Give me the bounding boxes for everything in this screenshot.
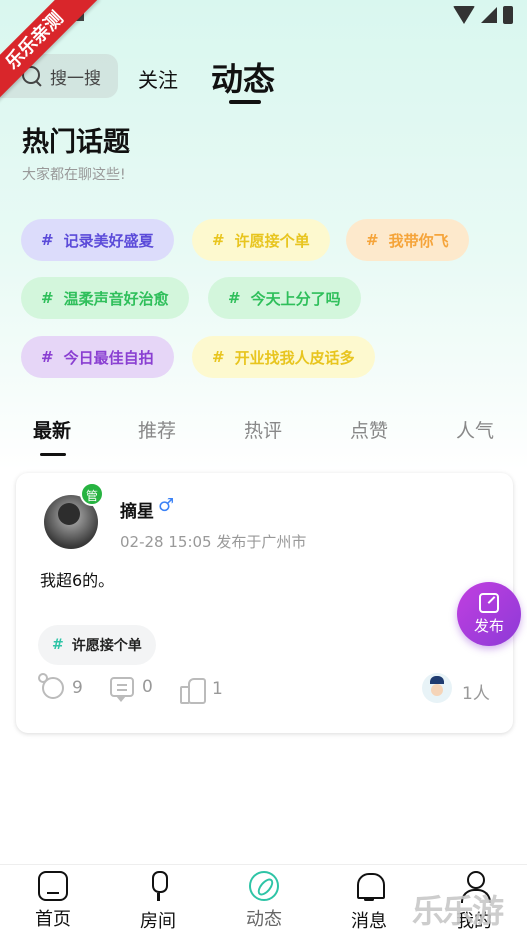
status-bar xyxy=(453,6,513,24)
comment-action[interactable]: 0 xyxy=(110,677,153,702)
male-gender-icon: ♂ xyxy=(158,495,175,516)
comment-icon xyxy=(110,677,134,702)
wifi-icon xyxy=(453,6,475,24)
battery-icon xyxy=(503,6,513,24)
sort-tab-latest[interactable]: 最新 xyxy=(33,416,71,443)
post-card[interactable]: 管 摘星 ♂ 02-28 15:05 发布于广州市 我超6的。 # 许愿接个单 … xyxy=(16,473,513,733)
publish-button[interactable]: 发布 xyxy=(457,582,521,646)
tab-follow[interactable]: 关注 xyxy=(138,64,178,93)
sort-tab-recommend[interactable]: 推荐 xyxy=(138,416,176,443)
topic-chip-label: 许愿接个单 xyxy=(234,231,310,250)
compass-icon xyxy=(249,871,279,901)
topic-chip-label: 今日最佳自拍 xyxy=(63,348,154,367)
signal-icon xyxy=(481,7,497,23)
like-count: 1 xyxy=(212,679,223,699)
nav-label: 消息 xyxy=(351,911,387,932)
section-subtitle: 大家都在聊这些! xyxy=(22,167,126,183)
topic-chip[interactable]: # 今日最佳自拍 xyxy=(21,336,174,378)
topic-chip[interactable]: # 许愿接个单 xyxy=(192,219,330,261)
nav-messages[interactable]: 消息 xyxy=(339,871,399,933)
nav-label: 房间 xyxy=(140,911,176,932)
post-topic-label: 许愿接个单 xyxy=(71,638,142,654)
section-title: 热门话题 xyxy=(22,127,130,158)
hash-icon: # xyxy=(228,289,241,307)
nav-label: 动态 xyxy=(246,909,282,930)
sort-tab-indicator xyxy=(40,453,66,456)
like-action[interactable]: 1 xyxy=(180,677,223,704)
hash-icon: # xyxy=(52,637,64,653)
nav-rooms[interactable]: 房间 xyxy=(128,871,188,933)
sort-tab-likes[interactable]: 点赞 xyxy=(350,416,388,443)
comment-count: 0 xyxy=(142,677,153,697)
edit-icon xyxy=(479,592,499,613)
ribbon-text: 乐乐亲测 xyxy=(0,0,99,105)
tab-feed[interactable]: 动态 xyxy=(211,54,275,100)
hash-icon: # xyxy=(212,231,225,249)
nav-feed[interactable]: 动态 xyxy=(234,871,294,931)
topic-chip-label: 记录美好盛夏 xyxy=(63,231,154,250)
topic-chip-label: 我带你飞 xyxy=(388,231,449,250)
home-icon xyxy=(38,871,68,901)
gift-count: 9 xyxy=(72,678,83,698)
topic-chip[interactable]: # 今天上分了吗 xyxy=(208,277,361,319)
post-topic-tag[interactable]: # 许愿接个单 xyxy=(38,625,156,665)
gift-icon xyxy=(38,673,64,699)
hash-icon: # xyxy=(41,348,54,366)
post-text: 我超6的。 xyxy=(40,571,115,590)
post-meta: 02-28 15:05 发布于广州市 xyxy=(120,533,307,551)
topic-chip-label: 温柔声音好治愈 xyxy=(63,289,169,308)
topic-chip[interactable]: # 温柔声音好治愈 xyxy=(21,277,189,319)
gift-action[interactable]: 9 xyxy=(38,673,83,699)
user-name[interactable]: 摘星 xyxy=(120,497,154,522)
hash-icon: # xyxy=(41,231,54,249)
tab-active-indicator xyxy=(229,100,261,104)
topic-chip-label: 开业找我人皮话多 xyxy=(234,348,355,367)
admin-badge: 管 xyxy=(80,482,104,506)
topic-chip[interactable]: # 记录美好盛夏 xyxy=(21,219,174,261)
topic-chip-label: 今天上分了吗 xyxy=(250,289,341,308)
hash-icon: # xyxy=(366,231,379,249)
sort-tab-hot-comments[interactable]: 热评 xyxy=(244,416,282,443)
nav-label: 首页 xyxy=(35,909,71,930)
publish-label: 发布 xyxy=(473,616,504,635)
corner-ribbon: 乐乐亲测 xyxy=(0,0,120,120)
viewer-avatar[interactable] xyxy=(422,673,452,703)
topic-chip[interactable]: # 开业找我人皮话多 xyxy=(192,336,375,378)
sort-tab-popular[interactable]: 人气 xyxy=(456,416,494,443)
mic-icon xyxy=(143,871,173,903)
hash-icon: # xyxy=(41,289,54,307)
bell-icon xyxy=(354,871,385,903)
hash-icon: # xyxy=(212,348,225,366)
topic-chip[interactable]: # 我带你飞 xyxy=(346,219,469,261)
viewer-count: 1人 xyxy=(462,684,490,704)
watermark: 乐乐游戏 xyxy=(412,892,504,930)
nav-home[interactable]: 首页 xyxy=(23,871,83,931)
like-icon xyxy=(180,677,206,704)
